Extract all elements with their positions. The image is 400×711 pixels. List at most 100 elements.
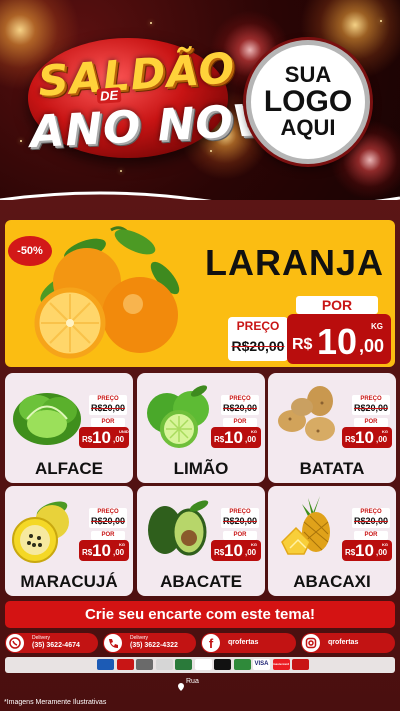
product-price-box: R$ 10,00 UNID — [79, 427, 129, 448]
old-price-value: R$20,00 — [222, 403, 258, 413]
headline-connector: DE — [96, 87, 122, 104]
pineapple-image — [281, 496, 330, 555]
price-currency: R$ — [82, 435, 93, 444]
passion-fruit-image — [12, 501, 69, 563]
lettuce-image — [13, 393, 81, 445]
price-unit: KG — [119, 542, 125, 547]
old-price-label: PREÇO — [229, 509, 251, 515]
price-currency: R$ — [214, 435, 225, 444]
payment-card-icon — [175, 659, 192, 670]
price-integer: 10 — [355, 541, 374, 560]
payment-card-icon — [155, 659, 173, 670]
product-card[interactable]: PREÇO R$20,00 POR R$ 10,00 KG LIMÃO — [137, 373, 265, 483]
price-unit: UNID — [119, 429, 129, 434]
old-price-label: PREÇO — [360, 396, 382, 402]
featured-product-name: LARANJA — [205, 242, 385, 283]
sparkle-decoration — [20, 140, 22, 142]
contact-instagram[interactable]: qrofertas — [301, 633, 395, 653]
product-card[interactable]: PREÇO R$20,00 POR R$ 10,00 KG ABACATE — [137, 486, 265, 596]
sparkle-decoration — [210, 150, 212, 152]
logo-text-line3: AQUI — [280, 115, 336, 141]
old-price-value: R$20,00 — [231, 338, 285, 354]
product-name: LIMÃO — [173, 459, 229, 478]
location-pin-icon — [178, 678, 184, 691]
old-price-value: R$20,00 — [90, 403, 126, 413]
mastercard-logo: mastercard — [272, 659, 290, 670]
price-unit: KG — [371, 322, 383, 331]
contact-label: Delivery — [32, 635, 51, 641]
price-cents: ,00 — [245, 548, 257, 557]
old-price-tag: PREÇO R$20,00 — [352, 395, 390, 415]
cta-banner[interactable]: Crie seu encarte com este tema! — [5, 601, 395, 628]
sparkle-decoration — [380, 20, 382, 22]
contact-number: (35) 3622-4322 — [130, 642, 178, 649]
contact-facebook[interactable]: f qrofertas — [201, 633, 296, 653]
old-price-tag: PREÇO R$20,00 — [221, 395, 259, 415]
product-price-box: R$ 10,00 KG — [342, 540, 392, 561]
featured-price-box: R$ 10 ,00 KG — [287, 314, 391, 364]
facebook-icon: f — [202, 634, 220, 652]
discount-badge: -50% — [8, 236, 52, 266]
logo-text-line1: SUA — [284, 62, 332, 88]
price-currency: R$ — [345, 548, 356, 557]
sparkle-decoration — [150, 22, 152, 24]
old-price-tag: PREÇO R$20,00 — [89, 395, 127, 415]
price-currency: R$ — [82, 548, 93, 557]
instagram-icon — [302, 634, 320, 652]
price-cents: ,00 — [113, 435, 125, 444]
instagram-handle: qrofertas — [328, 639, 359, 646]
old-price-label: PREÇO — [236, 319, 280, 333]
old-price-label: PREÇO — [97, 396, 119, 402]
price-currency: R$ — [292, 336, 313, 353]
payment-methods-bar: VISA mastercard — [5, 657, 395, 673]
por-label: POR — [91, 531, 125, 540]
product-card[interactable]: PREÇO R$20,00 POR R$ 10,00 UNID ALFACE — [5, 373, 133, 483]
old-price-value: R$20,00 — [353, 516, 389, 526]
product-name: ALFACE — [35, 459, 103, 478]
product-card[interactable]: PREÇO R$20,00 POR R$ 10,00 KG ABACAXI — [268, 486, 396, 596]
product-name: MARACUJÁ — [20, 572, 118, 591]
phone-icon — [104, 634, 122, 652]
price-cents: ,00 — [245, 435, 257, 444]
product-price-box: R$ 10,00 KG — [211, 427, 261, 448]
payment-card-icon — [233, 659, 251, 670]
old-price-value: R$20,00 — [90, 516, 126, 526]
por-label: POR — [223, 418, 257, 427]
payment-card-icon — [97, 659, 114, 670]
disclaimer-text: *Imagens Meramente Ilustrativas — [4, 699, 107, 706]
price-cents: ,00 — [359, 336, 385, 356]
payment-card-icon — [292, 659, 309, 670]
contact-number: (35) 3622-4674 — [32, 642, 80, 649]
price-unit: KG — [382, 542, 388, 547]
potato-image — [278, 386, 335, 441]
price-unit: KG — [251, 542, 257, 547]
old-price-tag: PREÇO R$20,00 — [89, 508, 127, 528]
price-integer: 10 — [92, 541, 111, 560]
old-price-tag: PREÇO R$20,00 — [221, 508, 259, 528]
product-card[interactable]: PREÇO R$20,00 POR R$ 10,00 KG BATATA — [268, 373, 396, 483]
contact-phone[interactable]: Delivery (35) 3622-4322 — [103, 633, 196, 653]
lime-image — [147, 385, 209, 448]
header: SALDÃO DE ANO NOVO SUA LOGO AQUI — [0, 0, 400, 200]
price-integer: 10 — [317, 321, 358, 362]
por-label: POR — [296, 296, 378, 314]
por-label: POR — [354, 418, 388, 427]
price-currency: R$ — [345, 435, 356, 444]
old-price-tag: PREÇO R$20,00 — [352, 508, 390, 528]
price-cents: ,00 — [113, 548, 125, 557]
product-price-box: R$ 10,00 KG — [79, 540, 129, 561]
product-name: BATATA — [299, 459, 365, 478]
contact-whatsapp[interactable]: Delivery (35) 3622-4674 — [5, 633, 98, 653]
por-label: POR — [354, 531, 388, 540]
payment-card-icon — [116, 659, 134, 670]
por-label: POR — [91, 418, 125, 427]
facebook-handle: qrofertas — [228, 639, 259, 646]
sparkle-decoration — [120, 170, 122, 172]
payment-card-icon — [194, 659, 212, 670]
price-cents: ,00 — [376, 435, 388, 444]
price-unit: KG — [382, 429, 388, 434]
product-name: ABACAXI — [293, 572, 371, 591]
product-card[interactable]: PREÇO R$20,00 POR R$ 10,00 KG MARACUJÁ — [5, 486, 133, 596]
old-price-value: R$20,00 — [353, 403, 389, 413]
old-price-value: R$20,00 — [222, 516, 258, 526]
